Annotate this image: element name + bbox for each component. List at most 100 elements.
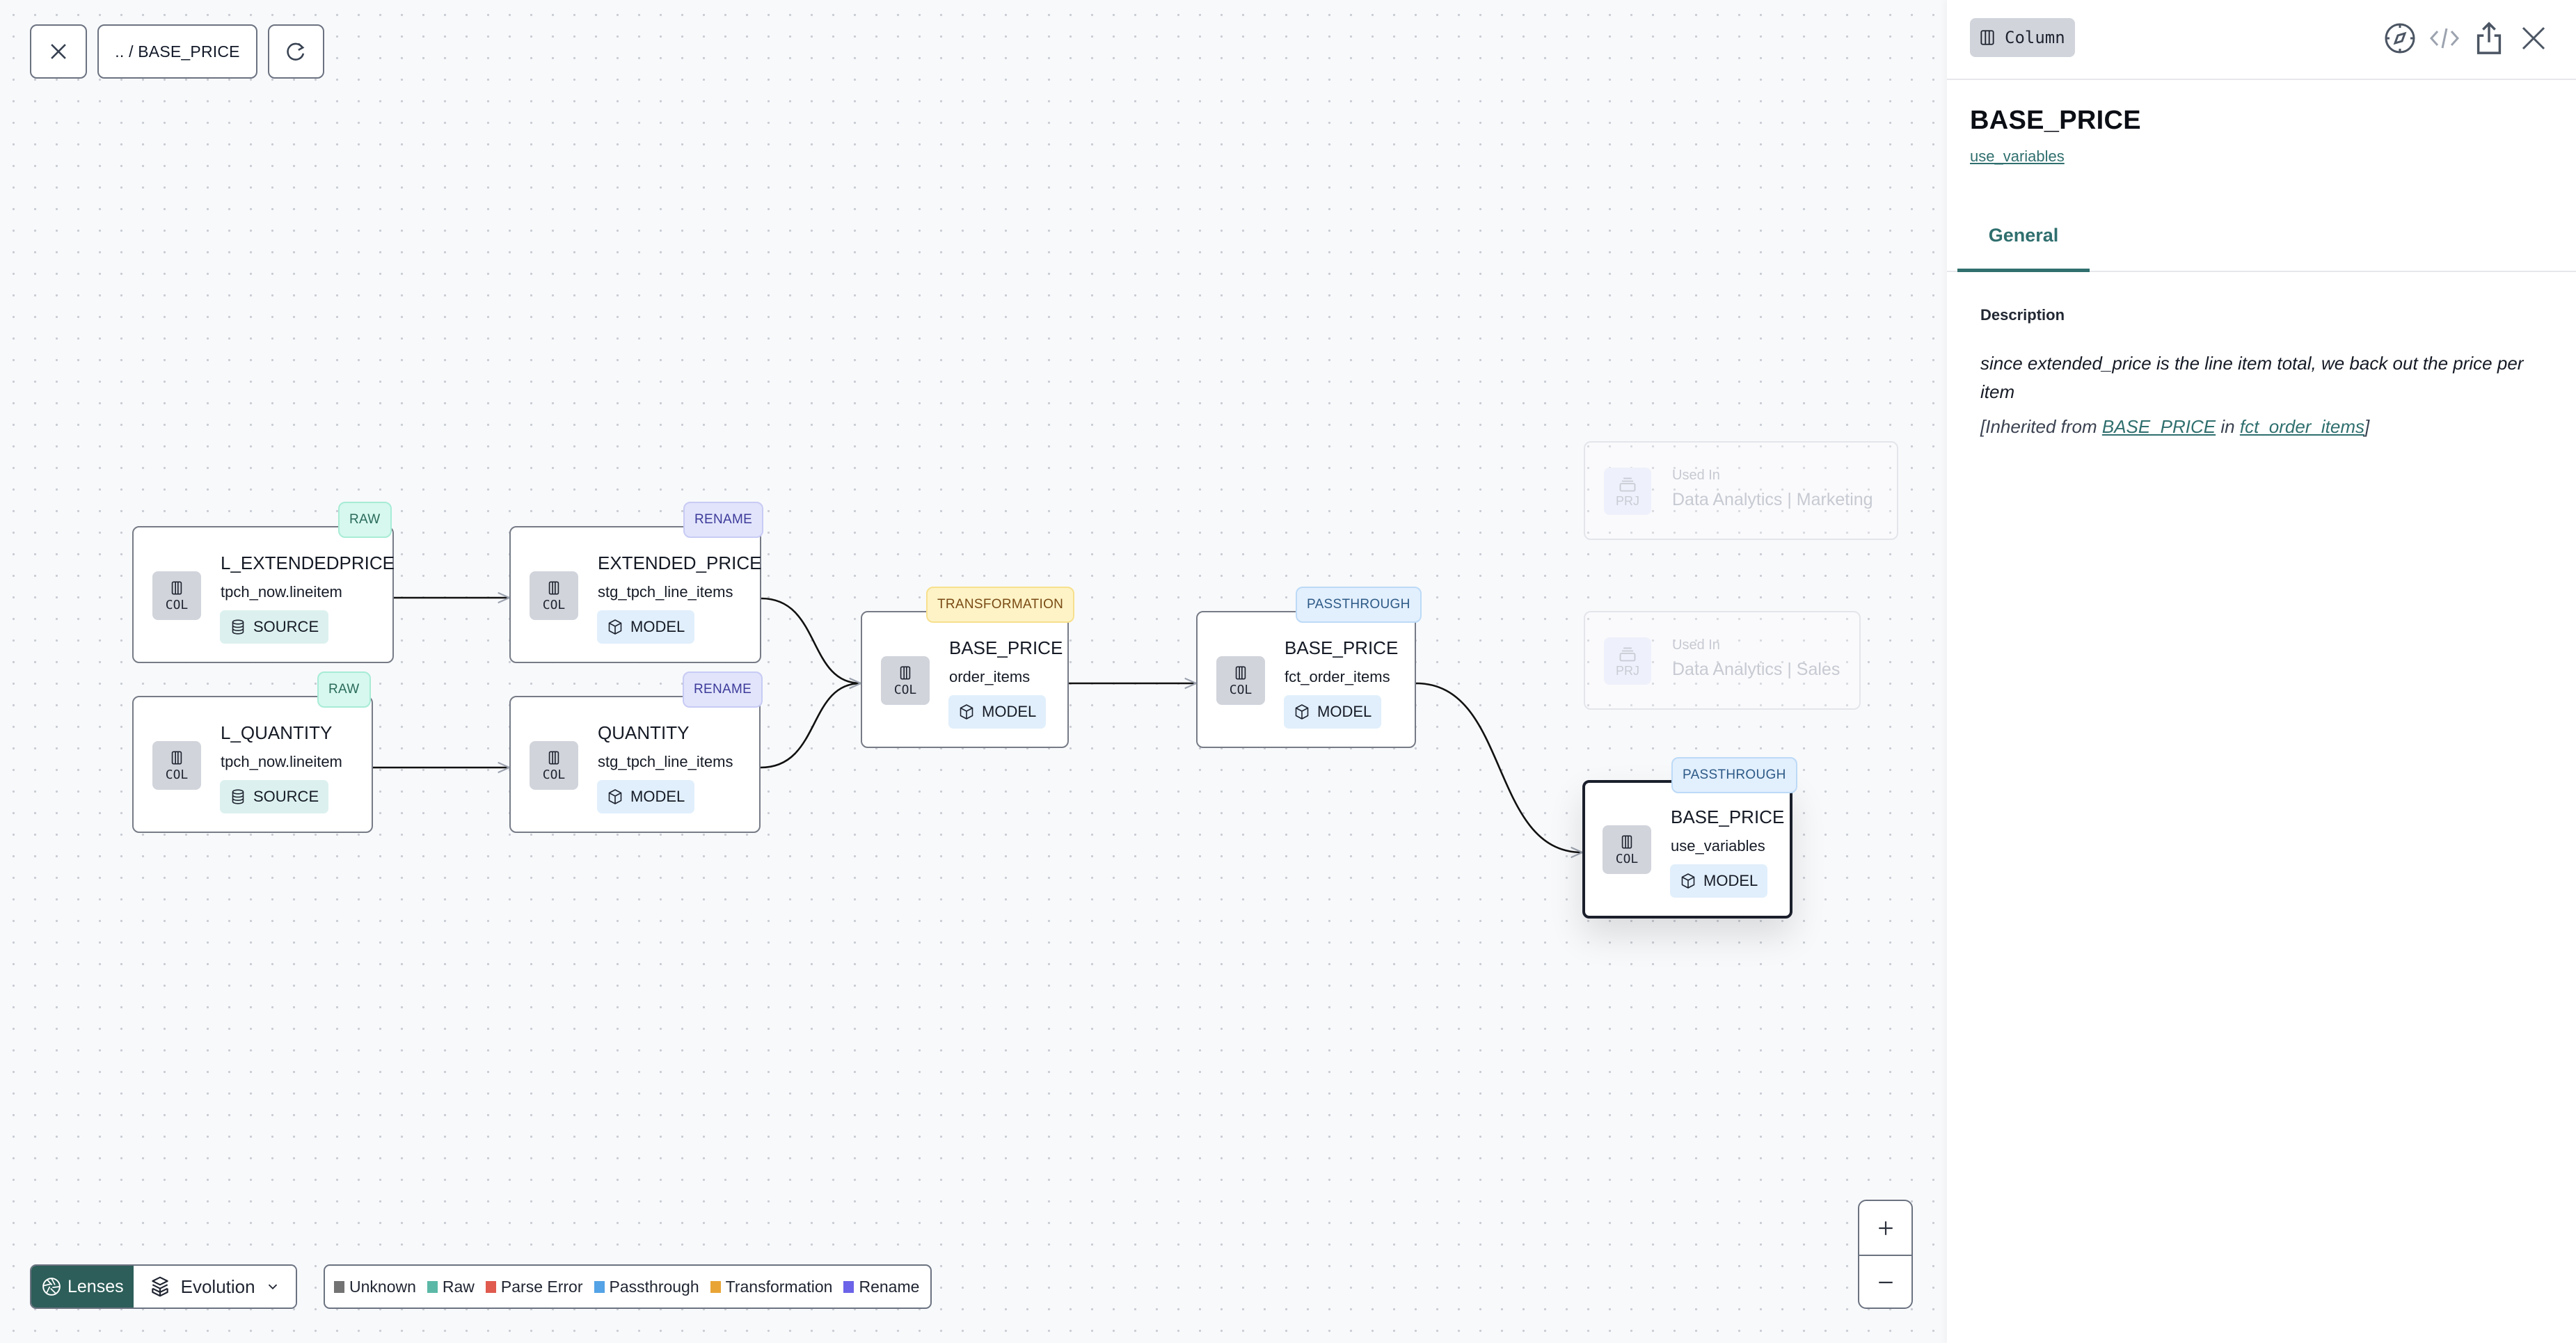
node-title: BASE_PRICE: [1671, 806, 1785, 827]
project-type-box: PRJ: [1604, 637, 1651, 685]
node-kind-label: MODEL: [630, 788, 685, 805]
panel-title: BASE_PRICE: [1970, 106, 2141, 135]
lineage-badge: RAW: [317, 672, 371, 708]
column-type-box: COL: [1603, 825, 1651, 874]
node-model-name: tpch_now.lineitem: [221, 753, 342, 770]
node-kind-chip: MODEL: [597, 610, 695, 644]
cube-icon: [608, 619, 622, 635]
legend-label: Unknown: [349, 1277, 416, 1296]
lens-selected-label: Evolution: [180, 1276, 255, 1297]
database-icon: [232, 619, 244, 635]
column-type-box: COL: [152, 571, 201, 620]
column-icon: [171, 580, 182, 595]
legend-label: Raw: [442, 1277, 475, 1296]
project-stack-icon: [1619, 477, 1636, 491]
legend-label: Rename: [859, 1277, 920, 1296]
cube-icon: [960, 704, 973, 720]
lens-dropdown[interactable]: Evolution: [133, 1266, 296, 1308]
chevron-down-icon: [268, 1284, 277, 1290]
node-title: EXTENDED_PRICE: [598, 553, 762, 573]
node-kind-chip: MODEL: [1284, 695, 1382, 729]
inherited-model-link[interactable]: fct_order_items: [2240, 416, 2364, 437]
column-node[interactable]: RENAME COL EXTENDED_PRICE stg_tpch_line_…: [509, 502, 764, 663]
breadcrumb-text: .. / BASE_PRICE: [115, 42, 240, 61]
refresh-button[interactable]: [268, 24, 324, 79]
project-node[interactable]: PRJ Used In Data Analytics | Sales: [1584, 611, 1861, 710]
entity-type-label: Column: [2005, 28, 2065, 47]
node-kind-label: MODEL: [1703, 872, 1758, 889]
cube-icon: [1295, 704, 1309, 720]
node-model-name: order_items: [949, 668, 1031, 685]
column-type-box: COL: [530, 571, 578, 620]
legend-swatch: [710, 1280, 721, 1293]
project-type-box: PRJ: [1604, 468, 1651, 515]
column-node[interactable]: RAW COL L_EXTENDEDPRICE tpch_now.lineite…: [132, 502, 395, 663]
legend-label: Passthrough: [609, 1277, 699, 1296]
node-model-name: fct_order_items: [1285, 668, 1390, 685]
used-in-label: Used In: [1672, 468, 1720, 483]
column-type-box: COL: [1216, 656, 1265, 705]
column-node[interactable]: RAW COL L_QUANTITY tpch_now.lineitem SOU…: [132, 672, 373, 833]
close-icon: [2522, 26, 2545, 50]
column-icon: [548, 750, 559, 765]
lineage-badge: PASSTHROUGH: [1296, 587, 1422, 623]
entity-type-pill: Column: [1970, 18, 2075, 57]
minus-icon: [1878, 1281, 1893, 1283]
tab-general[interactable]: General: [1957, 202, 2090, 272]
panel-tabs: General: [1947, 202, 2576, 272]
column-node[interactable]: PASSTHROUGH COL BASE_PRICE fct_order_ite…: [1196, 587, 1422, 748]
inherited-mid: in: [2216, 416, 2240, 437]
node-kind-chip: MODEL: [1670, 864, 1768, 898]
legend-swatch: [594, 1280, 605, 1293]
share-button[interactable]: [2472, 21, 2506, 56]
column-type-label: COL: [165, 767, 189, 782]
lineage-canvas[interactable]: .. / BASE_PRICE PRJ Used In Data Analyti…: [0, 0, 1947, 1343]
legend-label: Parse Error: [500, 1277, 583, 1296]
zoom-in-button[interactable]: [1859, 1201, 1911, 1255]
node-kind-chip: SOURCE: [220, 780, 329, 813]
inherited-column-link[interactable]: BASE_PRICE: [2102, 416, 2216, 437]
project-node[interactable]: PRJ Used In Data Analytics | Marketing: [1584, 441, 1898, 540]
project-stack-icon: [1619, 646, 1636, 661]
column-type-box: COL: [152, 741, 201, 790]
node-kind-label: SOURCE: [253, 788, 319, 805]
view-code-button[interactable]: [2427, 21, 2462, 56]
legend-swatch: [485, 1280, 496, 1293]
lineage-badge: PASSTHROUGH: [1671, 757, 1797, 793]
zoom-controls: [1858, 1200, 1913, 1309]
code-icon: [2429, 28, 2460, 49]
lineage-badge: TRANSFORMATION: [926, 587, 1075, 623]
node-title: L_QUANTITY: [221, 722, 333, 743]
explore-button[interactable]: [2383, 21, 2417, 56]
legend: Unknown Raw Parse Error Passthrough Transfor…: [324, 1264, 932, 1309]
column-node[interactable]: PASSTHROUGH COL BASE_PRICE use_variables…: [1582, 757, 1797, 919]
column-icon: [900, 665, 911, 680]
close-button[interactable]: [30, 24, 87, 79]
node-title: BASE_PRICE: [1285, 637, 1399, 658]
legend-item: Passthrough: [594, 1278, 699, 1296]
edge-n4-n5: [760, 683, 861, 769]
inherited-note: [Inherited from BASE_PRICE in fct_order_…: [1980, 416, 2369, 438]
description-label: Description: [1980, 306, 2065, 324]
node-kind-label: MODEL: [630, 618, 685, 635]
column-node[interactable]: TRANSFORMATION COL BASE_PRICE order_item…: [861, 587, 1075, 748]
legend-label: Transformation: [725, 1277, 833, 1296]
node-title: BASE_PRICE: [949, 637, 1063, 658]
column-icon: [1235, 665, 1246, 680]
node-kind-chip: MODEL: [948, 695, 1047, 729]
node-kind-label: MODEL: [1317, 703, 1372, 720]
plus-icon: [1878, 1221, 1893, 1235]
node-model-name: stg_tpch_line_items: [598, 753, 733, 770]
used-in-label: Used In: [1672, 637, 1720, 653]
breadcrumb[interactable]: .. / BASE_PRICE: [97, 24, 257, 79]
column-icon: [171, 750, 182, 765]
lenses-button[interactable]: Lenses: [31, 1266, 134, 1308]
legend-item: Rename: [843, 1278, 919, 1296]
column-node[interactable]: RENAME COL QUANTITY stg_tpch_line_items …: [509, 672, 763, 833]
legend-swatch: [427, 1280, 438, 1293]
close-panel-button[interactable]: [2516, 21, 2551, 56]
column-type-label: COL: [893, 682, 917, 697]
zoom-out-button[interactable]: [1859, 1255, 1911, 1308]
model-link[interactable]: use_variables: [1970, 148, 2065, 166]
node-kind-label: SOURCE: [253, 618, 319, 635]
